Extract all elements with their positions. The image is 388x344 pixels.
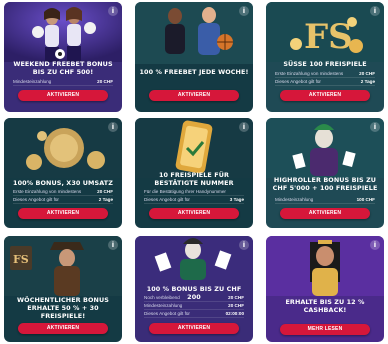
coins-illustration [4,118,122,178]
activate-button[interactable]: Aktivieren [18,208,108,219]
activate-button[interactable]: Aktivieren [280,90,370,101]
activate-button[interactable]: Aktivieren [18,323,108,334]
promo-title: Highroller Bonus bis zu CHF 5'000 + 100 … [272,176,378,192]
activate-button[interactable]: Aktivieren [18,90,108,101]
promo-title: 100 % Freebet jede Woche! [139,68,249,76]
info-icon[interactable]: i [108,240,118,250]
promo-card-weekly-freebet: i 100 % Freebet jede Woche! Aktivieren [135,2,253,112]
detail-row: Mindesteinzahlung 20 CHF [13,79,113,86]
info-icon[interactable]: i [108,122,118,132]
detail-row: Mindesteinzahlung 100 CHF [275,197,375,204]
promo-title: 10 Freispiele für bestätigte Nummer [154,171,234,187]
read-more-button[interactable]: Mehr lesen [280,324,370,335]
promo-card-weekend-freebet: i Weekend Freebet Bonus bis zu CHF 500! … [4,2,122,112]
svg-text:FS: FS [304,17,353,57]
promo-card-100-bonus: i 100% Bonus, X30 Umsatz Erste Einzahlun… [4,118,122,228]
joker-illustration [266,118,384,178]
promo-title: Wöchentlicher Bonus erhalte 50 % + 30 Fr… [17,296,109,320]
activate-button[interactable]: Aktivieren [149,323,239,334]
info-icon[interactable]: i [370,122,380,132]
promo-card-cashback: i Erhalte bis zu 12 % Cashback! Mehr les… [266,236,384,342]
fs-candy-illustration: FS [266,2,384,62]
detail-row: Erste Einzahlung von mindestens 20 CHF [13,189,113,196]
promo-card-suesse-freispiele: FS i Süsse 100 Freispiele Erste Einzahlu… [266,2,384,112]
promo-title: Weekend Freebet Bonus bis zu CHF 500! [13,60,113,76]
detail-row: Dieses Angebot gilt für 3 Tage [144,197,244,204]
basketball-players-illustration [135,2,253,64]
promo-details: Mindesteinzahlung 20 CHF [13,78,113,86]
promo-title: Erhalte bis zu 12 % Cashback! [285,298,365,314]
gunslinger-illustration: FS [4,236,122,296]
activate-button[interactable]: Aktivieren [149,90,239,101]
detail-row: Erste Einzahlung von mindestens 20 CHF [275,71,375,78]
activate-button[interactable]: Aktivieren [149,208,239,219]
promo-card-phone-freispiele: i 10 Freispiele für bestätigte Nummer Fü… [135,118,253,228]
cleopatra-illustration [266,236,384,296]
promo-card-highroller: i Highroller Bonus bis zu CHF 5'000 + 10… [266,118,384,228]
cheerleaders-illustration [4,2,122,62]
info-icon[interactable]: i [239,240,249,250]
promo-details: Noch verbleibend 20 CHF Mindesteinzahlung… [144,294,244,318]
info-icon[interactable]: i [370,240,380,250]
promo-title: 100% Bonus, X30 Umsatz [13,179,113,187]
info-icon[interactable]: i [370,6,380,16]
activate-button[interactable]: Aktivieren [280,208,370,219]
promo-title: Süsse 100 Freispiele [283,60,367,68]
detail-row: Dieses Angebot gilt für 02:00:00 [144,311,244,318]
detail-row: Mindesteinzahlung 20 CHF [144,303,244,310]
promo-details: Mindesteinzahlung 100 CHF [275,196,375,204]
svg-text:FS: FS [13,253,29,266]
phone-check-illustration [135,118,253,178]
info-icon[interactable]: i [239,6,249,16]
detail-row: Für die Bestätigung Ihrer Handynummer [144,188,244,196]
info-icon[interactable]: i [108,6,118,16]
promo-card-bonus-200: i 100 % Bonus bis zu CHF 200 Noch verble… [135,236,253,342]
detail-row: Noch verbleibend 20 CHF [144,295,244,302]
info-icon[interactable]: i [239,122,249,132]
promo-details: Für die Bestätigung Ihrer Handynummer Di… [144,188,244,204]
promo-details: Erste Einzahlung von mindestens 20 CHF Di… [275,70,375,86]
promo-details: Erste Einzahlung von mindestens 20 CHF Di… [13,188,113,204]
promo-card-weekly-bonus: FS i Wöchentlicher Bonus erhalte 50 % + … [4,236,122,342]
detail-row: Dieses Angebot gilt für 2 Tage [275,79,375,86]
detail-row: Dieses Angebot gilt für 2 Tage [13,197,113,204]
joker-cards-illustration [135,236,253,280]
